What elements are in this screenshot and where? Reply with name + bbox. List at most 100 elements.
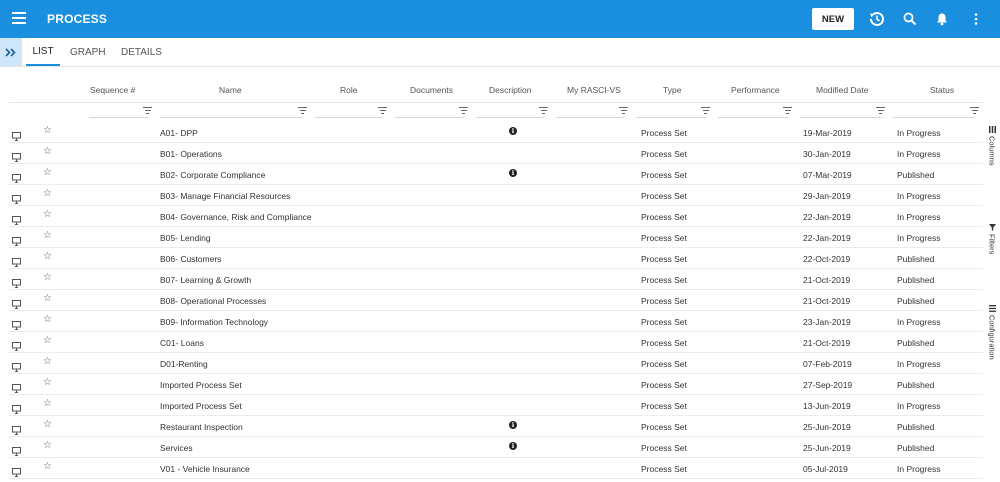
column-header-performance[interactable]: Performance	[731, 85, 780, 95]
table-row[interactable]: ☆ Imported Process Set Process Set 13-Jun-2…	[9, 395, 983, 416]
monitor-icon[interactable]	[12, 422, 21, 435]
row-name[interactable]: B04- Governance, Risk and Compliance	[160, 212, 312, 222]
table-row[interactable]: ☆ B01- Operations Process Set 30-Jan-2019 In…	[9, 143, 983, 164]
star-icon[interactable]: ☆	[43, 188, 52, 199]
monitor-icon[interactable]	[12, 254, 21, 267]
monitor-icon[interactable]	[12, 170, 21, 183]
column-filter-icon[interactable]	[970, 107, 979, 114]
column-filter-input[interactable]	[89, 117, 148, 118]
table-row[interactable]: ☆ B04- Governance, Risk and Compliance Pro…	[9, 206, 983, 227]
column-header-modified-date[interactable]: Modified Date	[816, 85, 868, 95]
star-icon[interactable]: ☆	[43, 440, 52, 451]
column-filter-icon[interactable]	[378, 107, 387, 114]
column-filter-input[interactable]	[395, 117, 464, 118]
column-filter-input[interactable]	[476, 117, 544, 118]
column-filter-input[interactable]	[160, 117, 303, 118]
monitor-icon[interactable]	[12, 317, 21, 330]
column-filter-input[interactable]	[636, 117, 706, 118]
row-name[interactable]: B07- Learning & Growth	[160, 275, 251, 285]
side-panel-columns[interactable]: Columns	[984, 126, 1000, 166]
table-row[interactable]: ☆ B07- Learning & Growth Process Set 21-Oct…	[9, 269, 983, 290]
table-row[interactable]: ☆ B06- Customers Process Set 22-Oct-2019 Pub…	[9, 248, 983, 269]
monitor-icon[interactable]	[12, 338, 21, 351]
star-icon[interactable]: ☆	[43, 167, 52, 178]
search-icon[interactable]	[900, 9, 920, 29]
star-icon[interactable]: ☆	[43, 314, 52, 325]
row-name[interactable]: B06- Customers	[160, 254, 221, 264]
star-icon[interactable]: ☆	[43, 419, 52, 430]
row-name[interactable]: Restaurant Inspection	[160, 422, 243, 432]
table-row[interactable]: ☆ Restaurant Inspection i Process Set 25-Jun…	[9, 416, 983, 437]
column-filter-icon[interactable]	[298, 107, 307, 114]
row-name[interactable]: B03- Manage Financial Resources	[160, 191, 290, 201]
star-icon[interactable]: ☆	[43, 125, 52, 136]
side-panel-configuration[interactable]: Configuration	[984, 305, 1000, 360]
row-name[interactable]: Imported Process Set	[160, 401, 242, 411]
double-chevron-right-icon[interactable]	[0, 38, 22, 66]
row-name[interactable]: Imported Process Set	[160, 380, 242, 390]
monitor-icon[interactable]	[12, 233, 21, 246]
monitor-icon[interactable]	[12, 359, 21, 372]
row-name[interactable]: V01 - Vehicle Insurance	[160, 464, 250, 474]
monitor-icon[interactable]	[12, 296, 21, 309]
monitor-icon[interactable]	[12, 149, 21, 162]
star-icon[interactable]: ☆	[43, 230, 52, 241]
tab-graph[interactable]: GRAPH	[70, 38, 106, 66]
info-icon[interactable]: i	[509, 127, 517, 135]
column-header-documents[interactable]: Documents	[410, 85, 453, 95]
monitor-icon[interactable]	[12, 443, 21, 456]
star-icon[interactable]: ☆	[43, 398, 52, 409]
column-filter-input[interactable]	[893, 117, 975, 118]
row-name[interactable]: B05- Lending	[160, 233, 211, 243]
bell-icon[interactable]	[932, 9, 952, 29]
table-row[interactable]: ☆ B09- Information Technology Process Set 2…	[9, 311, 983, 332]
star-icon[interactable]: ☆	[43, 272, 52, 283]
table-row[interactable]: ☆ D01-Renting Process Set 07-Feb-2019 In Pro…	[9, 353, 983, 374]
table-row[interactable]: ☆ B08- Operational Processes Process Set 21…	[9, 290, 983, 311]
star-icon[interactable]: ☆	[43, 461, 52, 472]
history-icon[interactable]	[867, 9, 887, 29]
star-icon[interactable]: ☆	[43, 251, 52, 262]
column-filter-input[interactable]	[315, 117, 383, 118]
column-header-type[interactable]: Type	[663, 85, 681, 95]
row-name[interactable]: B08- Operational Processes	[160, 296, 266, 306]
column-header-role[interactable]: Role	[340, 85, 357, 95]
column-header-sequence[interactable]: Sequence #	[90, 85, 135, 95]
side-panel-filters[interactable]: Filters	[984, 224, 1000, 254]
monitor-icon[interactable]	[12, 380, 21, 393]
star-icon[interactable]: ☆	[43, 293, 52, 304]
table-row[interactable]: ☆ C01- Loans Process Set 21-Oct-2019 Publish…	[9, 332, 983, 353]
tab-details[interactable]: DETAILS	[121, 38, 162, 66]
table-row[interactable]: ☆ B02- Corporate Compliance i Process Set 07…	[9, 164, 983, 185]
column-filter-icon[interactable]	[701, 107, 710, 114]
row-name[interactable]: B01- Operations	[160, 149, 222, 159]
row-name[interactable]: D01-Renting	[160, 359, 208, 369]
star-icon[interactable]: ☆	[43, 146, 52, 157]
row-name[interactable]: A01- DPP	[160, 128, 198, 138]
info-icon[interactable]: i	[509, 421, 517, 429]
column-header-status[interactable]: Status	[930, 85, 954, 95]
row-name[interactable]: Services	[160, 443, 193, 453]
monitor-icon[interactable]	[12, 401, 21, 414]
row-name[interactable]: B02- Corporate Compliance	[160, 170, 265, 180]
table-row[interactable]: ☆ A01- DPP i Process Set 19-Mar-2019 In Progr…	[9, 122, 983, 143]
monitor-icon[interactable]	[12, 464, 21, 477]
column-header-name[interactable]: Name	[219, 85, 242, 95]
star-icon[interactable]: ☆	[43, 356, 52, 367]
column-filter-input[interactable]	[556, 117, 624, 118]
info-icon[interactable]: i	[509, 169, 517, 177]
info-icon[interactable]: i	[509, 442, 517, 450]
monitor-icon[interactable]	[12, 128, 21, 141]
table-row[interactable]: ☆ Services i Process Set 25-Jun-2019 Publishe…	[9, 437, 983, 458]
new-button[interactable]: NEW	[812, 8, 854, 30]
column-filter-icon[interactable]	[539, 107, 548, 114]
monitor-icon[interactable]	[12, 275, 21, 288]
table-row[interactable]: ☆ B05- Lending Process Set 22-Jan-2019 In Pr…	[9, 227, 983, 248]
tab-list[interactable]: LIST	[26, 38, 60, 66]
column-filter-icon[interactable]	[143, 107, 152, 114]
row-name[interactable]: C01- Loans	[160, 338, 204, 348]
table-row[interactable]: ☆ B03- Manage Financial Resources Process …	[9, 185, 983, 206]
column-filter-input[interactable]	[800, 117, 881, 118]
monitor-icon[interactable]	[12, 212, 21, 225]
column-filter-icon[interactable]	[619, 107, 628, 114]
